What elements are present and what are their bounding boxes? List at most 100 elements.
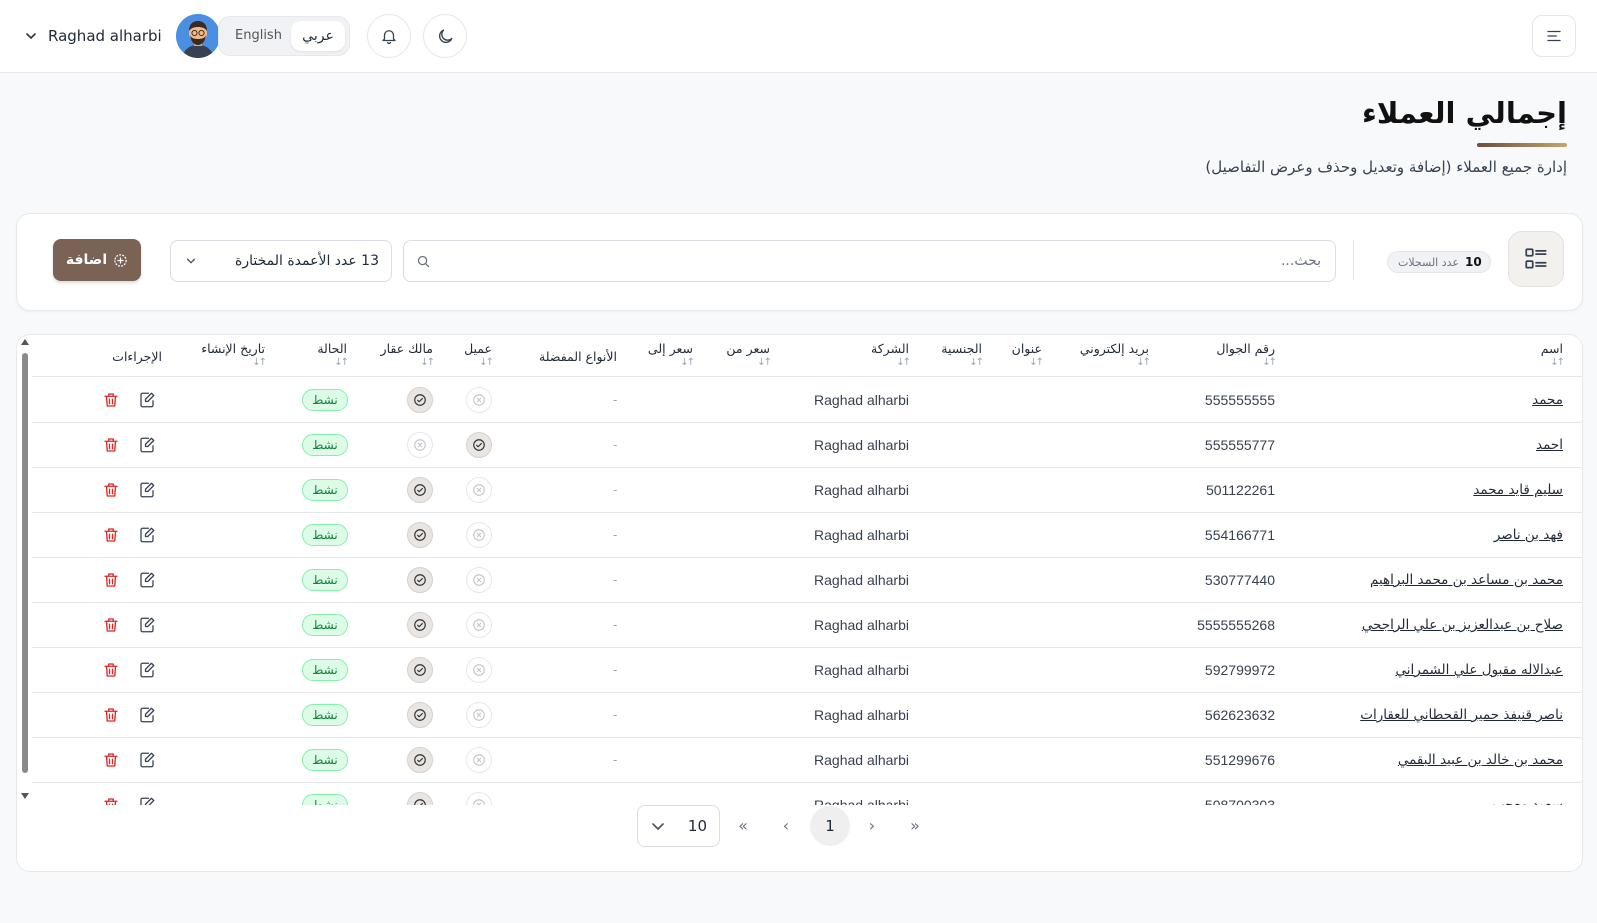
lang-english-option[interactable]: English bbox=[229, 17, 288, 55]
user-menu[interactable]: Raghad alharbi bbox=[24, 14, 220, 58]
col-header-preferred-types[interactable]: الأنواع المفضلة bbox=[539, 349, 617, 364]
trash-icon[interactable] bbox=[102, 706, 120, 724]
x-circle-icon bbox=[466, 792, 492, 805]
table-row[interactable]: عبدالاله مقبول علي الشمراني 592799972 Ragh… bbox=[32, 648, 1582, 693]
col-header-owner[interactable]: مالك عقار ↑↓ bbox=[381, 341, 435, 368]
edit-icon[interactable] bbox=[138, 616, 156, 634]
customer-phone: 508700303 bbox=[1204, 797, 1275, 805]
check-circle-icon bbox=[407, 747, 433, 773]
col-header-created[interactable]: تاريخ الإنشاء ↑↓ bbox=[201, 341, 267, 368]
sort-icon[interactable]: ↑↓ bbox=[201, 358, 267, 368]
check-circle-icon bbox=[407, 522, 433, 548]
sort-icon[interactable]: ↑↓ bbox=[1216, 358, 1277, 368]
sort-icon[interactable]: ↑↓ bbox=[317, 358, 349, 368]
sort-icon[interactable]: ↑↓ bbox=[1080, 358, 1151, 368]
chevron-down-icon[interactable] bbox=[24, 29, 38, 43]
edit-icon[interactable] bbox=[138, 481, 156, 499]
add-button[interactable]: اضافة bbox=[53, 239, 141, 281]
search-icon bbox=[417, 255, 430, 268]
edit-icon[interactable] bbox=[138, 796, 156, 805]
scroll-thumb[interactable] bbox=[22, 353, 28, 773]
customer-name-link[interactable]: عبدالاله مقبول علي الشمراني bbox=[1395, 648, 1563, 692]
customer-name-link[interactable]: سليم قايد محمد bbox=[1473, 468, 1563, 512]
col-header-status[interactable]: الحالة ↑↓ bbox=[317, 341, 349, 368]
table-row[interactable]: احمد 555555777 Raghad alharbi - نشط bbox=[32, 423, 1582, 468]
edit-icon[interactable] bbox=[138, 751, 156, 769]
trash-icon[interactable] bbox=[102, 571, 120, 589]
trash-icon[interactable] bbox=[102, 391, 120, 409]
col-header-email[interactable]: بريد إلكتروني ↑↓ bbox=[1080, 341, 1151, 368]
trash-icon[interactable] bbox=[102, 616, 120, 634]
table-row[interactable]: سليم قايد محمد 501122261 Raghad alharbi - نش… bbox=[32, 468, 1582, 513]
vertical-scrollbar[interactable] bbox=[20, 339, 30, 799]
col-header-price-to[interactable]: سعر إلى ↑↓ bbox=[648, 341, 695, 368]
table-row[interactable]: صلاح بن عبدالعزيز بن علي الراجحي 55555552… bbox=[32, 603, 1582, 648]
prev-page-button[interactable]: ‹ bbox=[773, 813, 799, 839]
table-row[interactable]: سعود معجب 508700303 Raghad alharbi - نشط bbox=[32, 783, 1582, 805]
search-input[interactable]: بحث... bbox=[403, 240, 1336, 282]
scroll-down-arrow[interactable] bbox=[21, 793, 29, 799]
notifications-button[interactable] bbox=[367, 14, 411, 58]
edit-icon[interactable] bbox=[138, 706, 156, 724]
customer-name-link[interactable]: صلاح بن عبدالعزيز بن علي الراجحي bbox=[1362, 603, 1563, 647]
customer-name-link[interactable]: سعود معجب bbox=[1492, 783, 1563, 805]
page-size-select[interactable]: 10 bbox=[637, 805, 720, 847]
edit-icon[interactable] bbox=[138, 661, 156, 679]
columns-select[interactable]: 13 عدد الأعمدة المختارة bbox=[170, 240, 392, 282]
sort-icon[interactable]: ↑↓ bbox=[871, 358, 911, 368]
table-row[interactable]: محمد بن خالد بن عبيد البقمي 551299676 Ragh… bbox=[32, 738, 1582, 783]
customer-phone: 530777440 bbox=[1204, 572, 1275, 588]
scroll-up-arrow[interactable] bbox=[21, 339, 29, 345]
col-header-client[interactable]: عميل ↑↓ bbox=[464, 341, 494, 368]
avatar[interactable] bbox=[175, 14, 220, 58]
trash-icon[interactable] bbox=[102, 796, 120, 805]
sort-icon[interactable]: ↑↓ bbox=[381, 358, 435, 368]
check-circle-icon bbox=[407, 477, 433, 503]
col-header-phone[interactable]: رقم الجوال ↑↓ bbox=[1216, 341, 1277, 368]
trash-icon[interactable] bbox=[102, 436, 120, 454]
trash-icon[interactable] bbox=[102, 661, 120, 679]
col-header-address[interactable]: عنوان ↑↓ bbox=[1012, 341, 1044, 368]
last-page-button[interactable]: » bbox=[902, 813, 928, 839]
trash-icon[interactable] bbox=[102, 481, 120, 499]
edit-icon[interactable] bbox=[138, 571, 156, 589]
table-row[interactable]: محمد بن مساعد بن محمد البراهيم 530777440 R… bbox=[32, 558, 1582, 603]
trash-icon[interactable] bbox=[102, 751, 120, 769]
lang-arabic-option[interactable]: عربي bbox=[291, 21, 345, 51]
sort-icon[interactable]: ↑↓ bbox=[726, 358, 772, 368]
dark-mode-toggle[interactable] bbox=[423, 14, 467, 58]
col-header-nationality[interactable]: الجنسية ↑↓ bbox=[941, 341, 984, 368]
table-row[interactable]: محمد 555555555 Raghad alharbi - نشط bbox=[32, 378, 1582, 423]
records-count: 10 bbox=[1464, 255, 1482, 269]
view-toggle-button[interactable] bbox=[1508, 231, 1564, 287]
customer-name-link[interactable]: فهد بن ناصر bbox=[1494, 513, 1563, 557]
customer-name-link[interactable]: احمد bbox=[1536, 423, 1563, 467]
sort-icon[interactable]: ↑↓ bbox=[464, 358, 494, 368]
sort-icon[interactable]: ↑↓ bbox=[1541, 358, 1565, 368]
edit-icon[interactable] bbox=[138, 436, 156, 454]
customer-name-link[interactable]: محمد بن مساعد بن محمد البراهيم bbox=[1370, 558, 1563, 602]
table-row[interactable]: فهد بن ناصر 554166771 Raghad alharbi - نشط bbox=[32, 513, 1582, 558]
table-body: محمد 555555555 Raghad alharbi - نشط احمد 55555… bbox=[32, 378, 1582, 805]
next-page-button[interactable]: › bbox=[859, 813, 885, 839]
edit-icon[interactable] bbox=[138, 391, 156, 409]
sort-icon[interactable]: ↑↓ bbox=[941, 358, 984, 368]
customer-name-link[interactable]: ناصر قنيفذ حمير القحطاني للعقارات bbox=[1360, 693, 1563, 737]
trash-icon[interactable] bbox=[102, 526, 120, 544]
table-header: اسم ↑↓ رقم الجوال ↑↓ بريد إلكتروني ↑↓ عنوان… bbox=[32, 335, 1582, 377]
customer-name-link[interactable]: محمد bbox=[1532, 378, 1563, 422]
first-page-button[interactable]: « bbox=[730, 813, 756, 839]
search-placeholder: بحث... bbox=[1280, 253, 1321, 269]
col-header-name[interactable]: اسم ↑↓ bbox=[1541, 341, 1565, 368]
col-header-price-from[interactable]: سعر من ↑↓ bbox=[726, 341, 772, 368]
col-header-company[interactable]: الشركة ↑↓ bbox=[871, 341, 911, 368]
edit-icon[interactable] bbox=[138, 526, 156, 544]
table-scroll-area[interactable]: اسم ↑↓ رقم الجوال ↑↓ بريد إلكتروني ↑↓ عنوان… bbox=[17, 335, 1582, 805]
table-row[interactable]: ناصر قنيفذ حمير القحطاني للعقارات 5626236… bbox=[32, 693, 1582, 738]
sort-icon[interactable]: ↑↓ bbox=[1012, 358, 1044, 368]
sort-icon[interactable]: ↑↓ bbox=[648, 358, 695, 368]
customer-name-link[interactable]: محمد بن خالد بن عبيد البقمي bbox=[1398, 738, 1563, 782]
current-page-button[interactable]: 1 bbox=[810, 806, 850, 846]
menu-toggle-button[interactable] bbox=[1532, 15, 1576, 57]
user-name[interactable]: Raghad alharbi bbox=[48, 27, 162, 45]
